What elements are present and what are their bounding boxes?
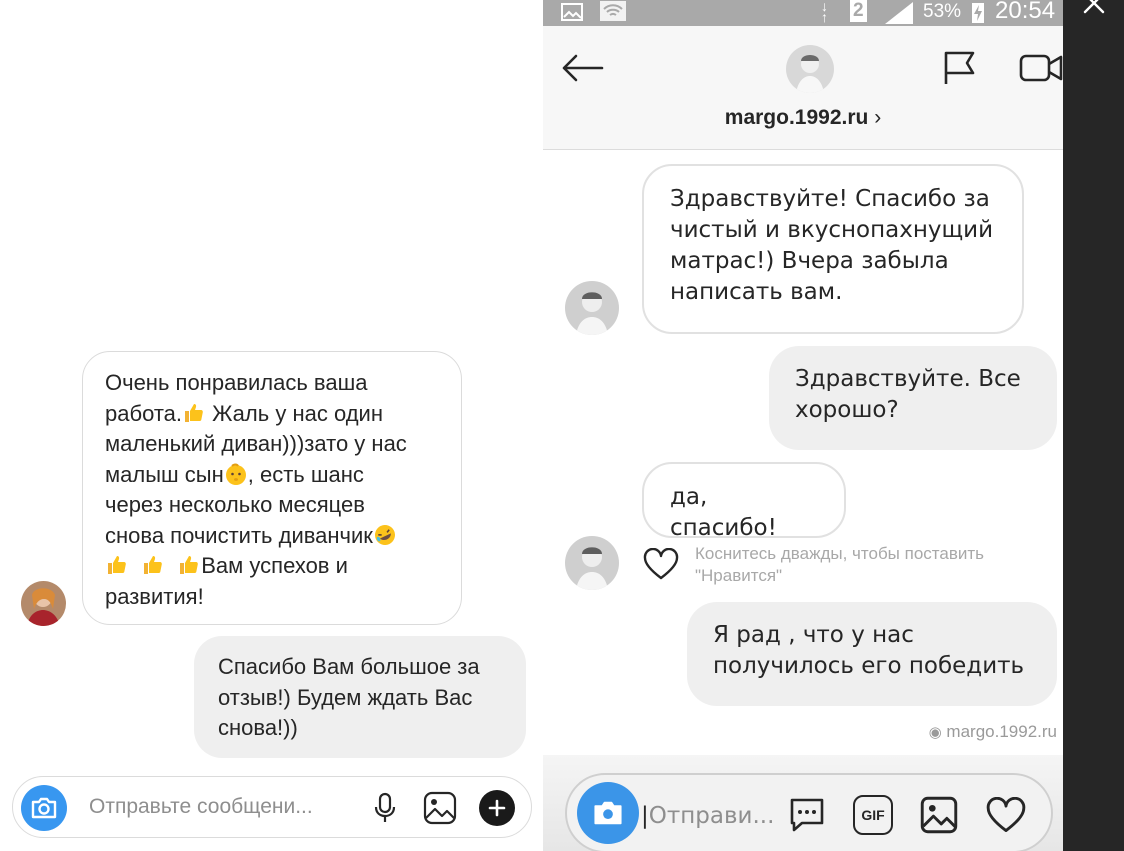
data-transfer-icon: ↓ ↑ — [821, 0, 828, 25]
message-text: Вам успехов и — [201, 553, 348, 578]
close-button[interactable] — [1079, 0, 1109, 18]
heart-icon — [643, 548, 679, 580]
camera-icon — [594, 801, 622, 825]
camera-icon — [31, 797, 57, 819]
message-line: маленький диван)))зато у нас — [105, 431, 407, 456]
back-button[interactable] — [557, 48, 607, 88]
message-text: Жаль у нас один — [212, 400, 383, 426]
placeholder-text: Отправи... — [648, 803, 775, 829]
message-text: работа. — [105, 400, 182, 426]
message-input[interactable]: Отправьте сообщени... — [89, 795, 313, 819]
message-text: , есть шанс — [247, 461, 364, 487]
add-button[interactable] — [479, 790, 515, 826]
gif-button[interactable]: GIF — [853, 795, 893, 835]
message-line: Здравствуйте. Все — [795, 366, 1021, 392]
message-line: написать вам. — [670, 279, 843, 305]
camera-button[interactable] — [577, 782, 639, 844]
video-call-button[interactable] — [1019, 50, 1063, 86]
message-line: снова почистить диванчик — [105, 521, 439, 552]
close-icon — [1083, 0, 1105, 14]
gallery-button[interactable] — [919, 795, 959, 835]
right-phone-screenshot: ↓ ↑ 2 53% 20:54 margo.1992.ru › Здравству… — [543, 0, 1063, 851]
flag-icon — [944, 51, 975, 84]
battery-percent: 53% — [923, 1, 962, 22]
eye-icon: ◉ — [928, 724, 942, 741]
message-line: чистый и вкуснопахнущий — [670, 217, 994, 243]
message-composer: |Отправи... GIF — [565, 773, 1053, 851]
message-text: малыш сын — [105, 461, 224, 487]
sent-message-bubble: Здравствуйте. Все хорошо? — [769, 346, 1057, 450]
like-button[interactable] — [985, 795, 1027, 835]
sender-avatar[interactable] — [565, 536, 619, 590]
thumbs-up-icon — [177, 553, 201, 577]
heart-icon — [986, 797, 1026, 832]
message-line: малыш сын , есть шанс — [105, 460, 439, 491]
message-line: снова!)) — [218, 715, 298, 740]
back-arrow-icon — [562, 54, 604, 82]
received-message-bubble: Очень понравилась ваша работа. Жаль у на… — [82, 351, 462, 625]
microphone-button[interactable] — [368, 791, 402, 825]
received-message-bubble: Здравствуйте! Спасибо за чистый и вкусно… — [642, 164, 1024, 334]
message-line: хорошо? — [795, 397, 899, 423]
rofl-icon — [373, 523, 397, 547]
message-composer: Отправьте сообщени... — [12, 776, 532, 838]
message-line: Спасибо Вам большое за — [218, 654, 480, 679]
message-line: Вам успехов и — [105, 551, 439, 582]
hint-line: Коснитесь дважды, чтобы поставить — [695, 544, 985, 563]
message-line: Здравствуйте! Спасибо за — [670, 186, 990, 212]
chat-bubble-icon — [790, 798, 824, 832]
conversation-header: margo.1992.ru › — [543, 26, 1063, 150]
sender-avatar[interactable] — [565, 281, 619, 335]
chevron-right-icon: › — [874, 106, 882, 129]
message-text: снова почистить диванчик — [105, 522, 373, 548]
notification-icon — [561, 3, 583, 27]
thumbs-up-icon — [105, 553, 129, 577]
left-chat-panel: Очень понравилась ваша работа. Жаль у на… — [0, 0, 543, 851]
message-line: получилось его победить — [713, 653, 1025, 679]
message-line: Я рад , что у нас — [713, 622, 914, 648]
message-line: работа. Жаль у нас один — [105, 399, 439, 430]
hint-line: "Нравится" — [695, 566, 783, 585]
viewer-overlay-strip — [1063, 0, 1124, 851]
thumbs-up-icon — [182, 401, 206, 425]
thumbs-up-icon — [141, 553, 165, 577]
sim-badge: 2 — [850, 0, 867, 22]
sender-avatar[interactable] — [21, 581, 66, 626]
gallery-icon — [423, 791, 457, 825]
camera-button[interactable] — [21, 785, 67, 831]
seen-by-text: margo.1992.ru — [946, 722, 1057, 741]
report-button[interactable] — [939, 48, 979, 88]
double-tap-hint: Коснитесь дважды, чтобы поставить "Нрави… — [695, 543, 1055, 587]
seen-indicator: ◉ margo.1992.ru — [929, 722, 1057, 742]
contact-avatar[interactable] — [786, 45, 834, 93]
gallery-icon — [920, 796, 958, 834]
video-call-icon — [1019, 54, 1063, 82]
username-text: margo.1992.ru — [724, 106, 869, 129]
message-line: развития! — [105, 583, 204, 609]
message-line: через несколько месяцев — [105, 492, 365, 517]
wifi-icon — [600, 1, 626, 27]
baby-face-icon — [224, 462, 248, 486]
sent-message-bubble: Я рад , что у нас получилось его победит… — [687, 602, 1057, 706]
quick-replies-button[interactable] — [787, 795, 827, 835]
like-button[interactable] — [641, 546, 681, 582]
status-bar: ↓ ↑ 2 53% 20:54 — [543, 0, 1063, 26]
plus-icon — [488, 799, 506, 817]
sent-message-bubble: Спасибо Вам большое за отзыв!) Будем жда… — [194, 636, 526, 758]
message-line: отзыв!) Будем ждать Вас — [218, 684, 473, 710]
battery-charging-icon — [971, 1, 985, 29]
contact-username[interactable]: margo.1992.ru › — [543, 106, 1063, 130]
message-input[interactable]: |Отправи... — [641, 803, 774, 829]
message-line: Очень понравилась ваша — [105, 370, 368, 395]
gif-icon: GIF — [861, 807, 885, 823]
clock: 20:54 — [995, 0, 1056, 24]
message-line: да, спасибо! — [670, 484, 777, 541]
gallery-button[interactable] — [421, 789, 459, 827]
message-line: матрас!) Вчера забыла — [670, 248, 949, 274]
microphone-icon — [374, 792, 396, 822]
received-message-bubble: да, спасибо! — [642, 462, 846, 541]
